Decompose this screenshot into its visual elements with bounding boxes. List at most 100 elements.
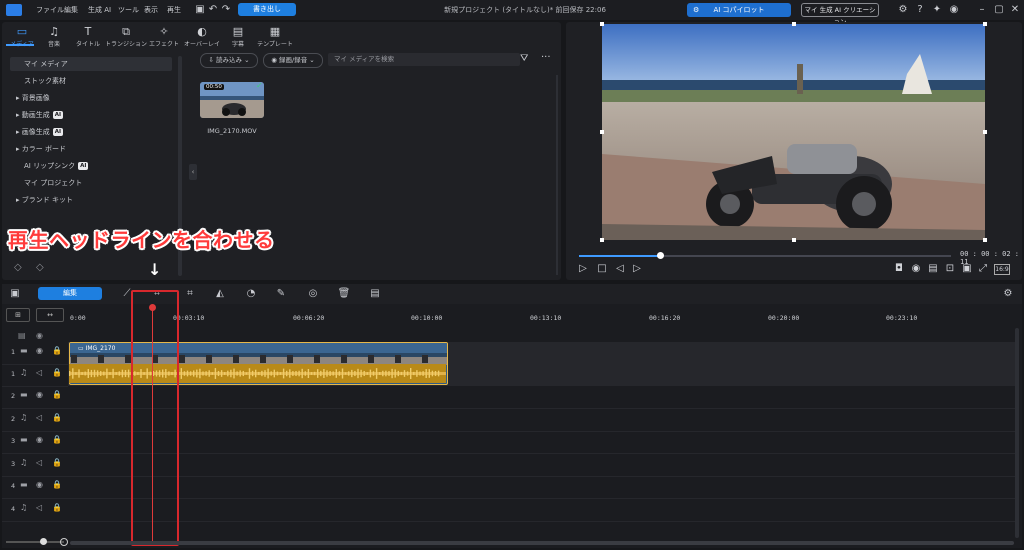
video-track-2[interactable]	[68, 386, 1018, 409]
lock-icon[interactable]: 🔒	[52, 480, 62, 489]
ai-creation-button[interactable]: マイ 生成 AI クリエーション	[801, 3, 879, 26]
eye-icon[interactable]: ◉	[36, 346, 43, 355]
timeline-vertical-scrollbar[interactable]	[1015, 328, 1019, 538]
ratio-16-9-icon[interactable]: 16:9	[994, 264, 1010, 275]
lock-icon[interactable]: 🔒	[52, 503, 62, 512]
notes-icon[interactable]: ▤	[368, 287, 382, 301]
video-track-3[interactable]	[68, 431, 1018, 454]
speaker-icon[interactable]: ◁	[36, 458, 42, 467]
tab-effect[interactable]: ✧ エフェクト	[146, 25, 182, 48]
delete-icon[interactable]: 🗑	[337, 287, 351, 301]
minimize-icon[interactable]: –	[976, 4, 988, 16]
playback-progress-knob[interactable]	[657, 252, 664, 259]
zoom-icon[interactable]: ⊡	[944, 263, 956, 275]
fit-timeline-icon[interactable]: ↔	[36, 308, 64, 322]
resize-handle[interactable]	[792, 22, 796, 26]
audio-mix-icon[interactable]: ◎	[306, 287, 320, 301]
resize-handle[interactable]	[792, 238, 796, 242]
next-frame-icon[interactable]: ▷	[631, 263, 643, 275]
more-options-icon[interactable]: ···	[541, 52, 551, 63]
sidebar-item-stock[interactable]: ストック素材	[10, 74, 172, 88]
layout-icon[interactable]: ▣	[8, 287, 22, 301]
resize-handle[interactable]	[600, 130, 604, 134]
tag-icon[interactable]: ◇	[14, 262, 22, 273]
eye-icon[interactable]: ◉	[36, 435, 43, 444]
lock-icon[interactable]: 🔒	[52, 435, 62, 444]
lock-icon[interactable]: 🔒	[52, 368, 62, 377]
lock-icon[interactable]: 🔒	[52, 346, 62, 355]
sidebar-item-image-gen[interactable]: ▸ 画像生成 AI	[10, 125, 172, 139]
flip-icon[interactable]: ◭	[213, 287, 227, 301]
resize-handle[interactable]	[983, 130, 987, 134]
speaker-icon[interactable]: ◁	[36, 503, 42, 512]
menu-tools[interactable]: ツール	[118, 5, 139, 15]
play-icon[interactable]: ▷	[577, 263, 589, 275]
lock-icon[interactable]: 🔒	[52, 413, 62, 422]
library-scrollbar[interactable]	[556, 75, 558, 275]
sidebar-item-color-board[interactable]: ▸ カラー ボード	[10, 142, 172, 156]
collapse-sidebar-button[interactable]: ‹	[189, 164, 197, 180]
menu-play[interactable]: 再生	[167, 5, 181, 15]
video-preview[interactable]	[602, 24, 985, 240]
tab-subtitle[interactable]: ▤ 字幕	[220, 25, 256, 48]
stop-icon[interactable]: □	[596, 263, 608, 275]
timeline-settings-icon[interactable]: ⚙	[1001, 287, 1015, 301]
edit-button[interactable]: 編集	[38, 287, 102, 300]
crop-icon[interactable]: ⌗	[183, 287, 197, 301]
save-icon[interactable]: ▣	[194, 4, 206, 16]
visibility-all-icon[interactable]: ◉	[36, 331, 43, 340]
filter-icon[interactable]: ⛛	[520, 53, 528, 64]
resize-handle[interactable]	[600, 238, 604, 242]
zoom-slider-knob[interactable]	[40, 538, 47, 545]
snapshot-icon[interactable]: ◘	[893, 263, 905, 275]
ai-copilot-button[interactable]: ⚙ AI コパイロット	[687, 3, 791, 17]
timeline-horizontal-scrollbar[interactable]	[70, 541, 1014, 545]
tag-add-icon[interactable]: ◇	[36, 262, 44, 273]
eye-icon[interactable]: ◉	[36, 390, 43, 399]
sidebar-item-my-project[interactable]: マイ プロジェクト	[10, 176, 172, 190]
sidebar-item-brand-kit[interactable]: ▸ ブランド キット	[10, 193, 172, 207]
aspect-icon[interactable]: ▣	[961, 263, 973, 275]
resize-handle[interactable]	[983, 22, 987, 26]
lock-icon[interactable]: 🔒	[52, 458, 62, 467]
prev-frame-icon[interactable]: ◁	[614, 263, 626, 275]
media-search-input[interactable]: マイ メディアを検索	[328, 53, 520, 66]
tab-music[interactable]: ♫ 音楽	[36, 25, 72, 48]
sidebar-item-video-gen[interactable]: ▸ 動画生成 AI	[10, 108, 172, 122]
tab-transition[interactable]: ⧉ トランジション	[104, 25, 148, 48]
sidebar-item-my-media[interactable]: マイ メディア	[10, 57, 172, 71]
add-track-icon[interactable]: ⊞	[6, 308, 30, 322]
undo-icon[interactable]: ↶	[207, 4, 219, 16]
resize-handle[interactable]	[600, 22, 604, 26]
tab-overlay[interactable]: ◐ オーバーレイ	[182, 25, 222, 48]
tab-template[interactable]: ▦ テンプレート	[254, 25, 296, 48]
audio-icon[interactable]: ◉	[910, 263, 922, 275]
eye-icon[interactable]: ◉	[36, 480, 43, 489]
sidebar-item-background[interactable]: ▸ 背景画像	[10, 91, 172, 105]
maximize-icon[interactable]: ▢	[993, 4, 1005, 16]
edit-text-icon[interactable]: ✎	[274, 287, 288, 301]
display-icon[interactable]: ▤	[927, 263, 939, 275]
sidebar-item-lipsync[interactable]: AI リップシンク AI	[10, 159, 172, 173]
help-icon[interactable]: ?	[914, 4, 926, 16]
audio-waveform[interactable]	[69, 364, 446, 383]
import-dropdown[interactable]: ⇩ 読み込み ⌄	[200, 53, 258, 68]
fullscreen-icon[interactable]: ⤢	[977, 263, 989, 275]
menu-view[interactable]: 表示	[144, 5, 158, 15]
menu-gen-ai[interactable]: 生成 AI	[88, 5, 111, 15]
menu-edit[interactable]: 編集	[64, 5, 78, 15]
speed-icon[interactable]: ◔	[244, 287, 258, 301]
export-button[interactable]: 書き出し	[238, 3, 296, 16]
resize-handle[interactable]	[983, 238, 987, 242]
speaker-icon[interactable]: ◁	[36, 368, 42, 377]
lock-icon[interactable]: 🔒	[52, 390, 62, 399]
audio-track-3[interactable]	[68, 454, 1018, 477]
redo-icon[interactable]: ↷	[220, 4, 232, 16]
zoom-slider-track[interactable]	[6, 541, 64, 543]
record-dropdown[interactable]: ◉ 録画/録音 ⌄	[263, 53, 323, 68]
close-icon[interactable]: ✕	[1009, 4, 1021, 16]
account-icon[interactable]: ◉	[948, 4, 960, 16]
audio-track-2[interactable]	[68, 409, 1018, 432]
video-track-4[interactable]	[68, 476, 1018, 499]
tab-title[interactable]: T タイトル	[70, 25, 106, 48]
